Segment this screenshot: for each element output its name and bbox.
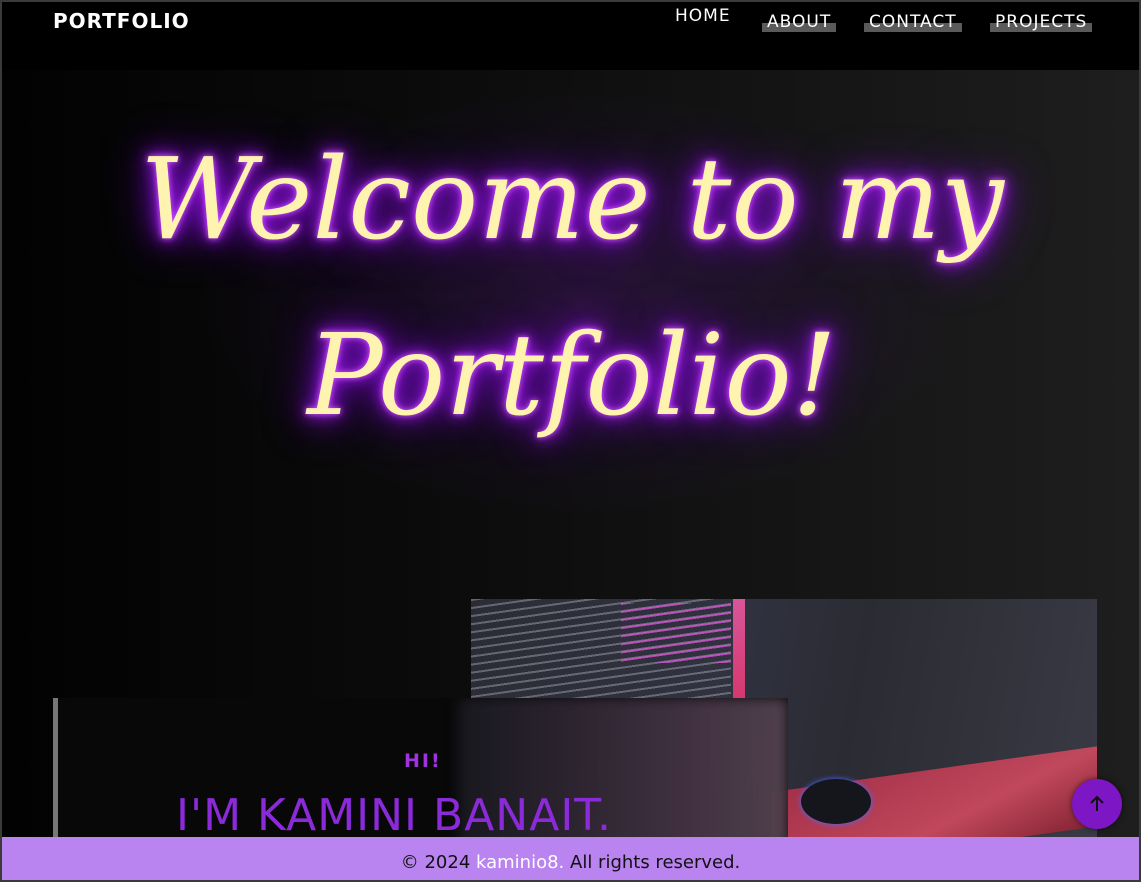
footer: © 2024 kaminio8. All rights reserved. <box>2 837 1139 880</box>
code-highlight-decoration <box>621 603 731 663</box>
brand-logo[interactable]: PORTFOLIO <box>53 9 190 33</box>
navbar: PORTFOLIO HOME ABOUT CONTACT PROJECTS <box>2 2 1139 70</box>
monitor-edge-decoration <box>733 599 745 699</box>
mouse-decoration <box>801 779 871 824</box>
footer-author-link[interactable]: kaminio8. <box>476 852 564 873</box>
nav-link-home[interactable]: HOME <box>670 6 736 26</box>
nav-link-about[interactable]: ABOUT <box>762 12 837 32</box>
nav-link-contact[interactable]: CONTACT <box>864 12 962 32</box>
page-frame: PORTFOLIO HOME ABOUT CONTACT PROJECTS We… <box>0 0 1141 882</box>
hero-title-line2: Portfolio! <box>307 311 837 441</box>
scroll-to-top-button[interactable] <box>1072 779 1122 829</box>
intro-name: I'M KAMINI BANAIT. <box>176 790 612 841</box>
footer-copyright-prefix: © 2024 <box>400 852 476 873</box>
intro-card: HI! I'M KAMINI BANAIT. <box>53 698 788 848</box>
hero-title-line1: Welcome to my <box>140 135 1004 265</box>
nav-link-projects[interactable]: PROJECTS <box>990 12 1093 32</box>
greeting-label: HI! <box>404 750 442 772</box>
arrow-up-icon <box>1090 795 1104 811</box>
hero-title: Welcome to my Portfolio! <box>122 112 1022 464</box>
footer-rights-text: All rights reserved. <box>564 852 741 873</box>
